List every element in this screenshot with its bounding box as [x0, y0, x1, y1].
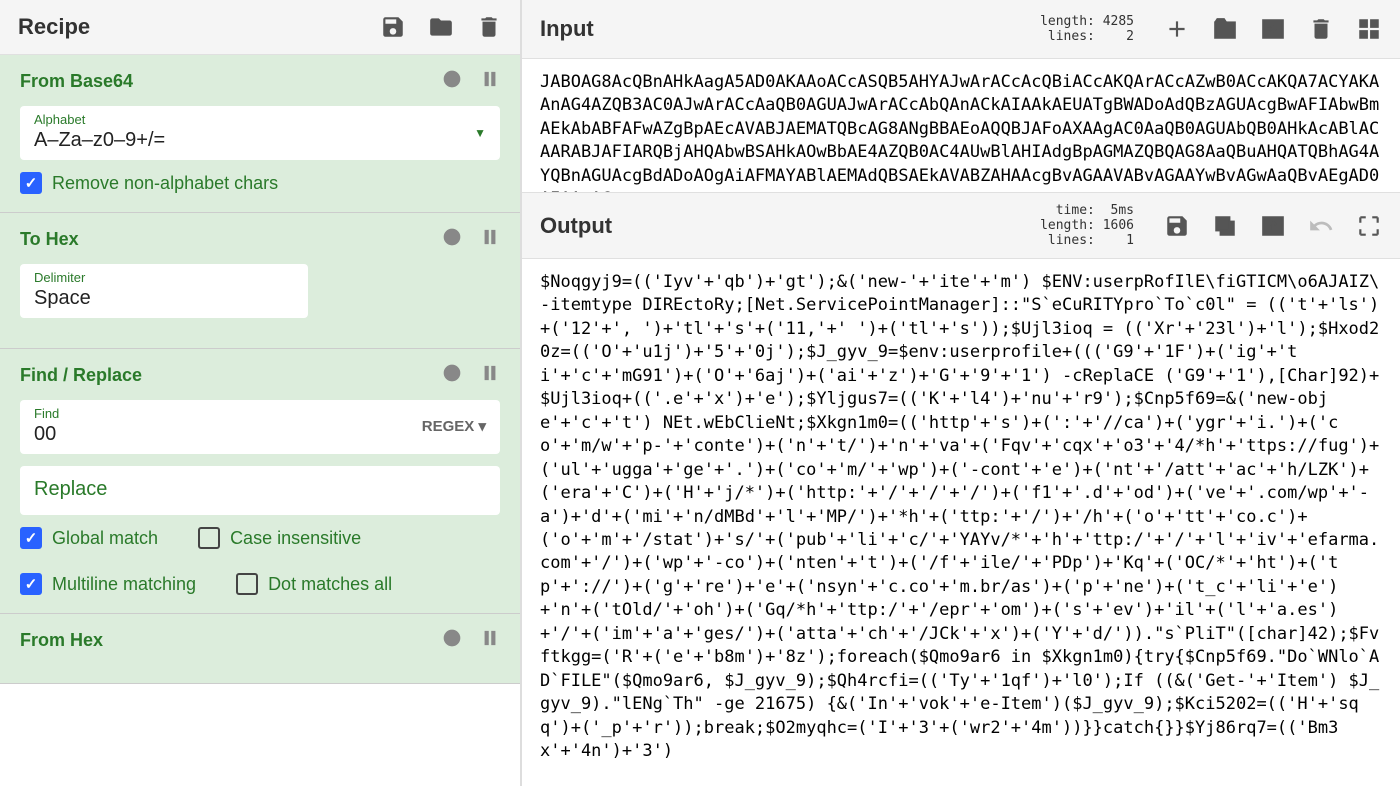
layout-icon[interactable]: [1356, 16, 1382, 42]
dot-all-checkbox[interactable]: Dot matches all: [236, 573, 392, 595]
output-stats: time: 5ms length: 1606 lines: 1: [1040, 203, 1134, 248]
find-input[interactable]: Find 00 REGEX ▾: [20, 400, 500, 454]
io-pane: Input length: 4285 lines: 2 JABOAG8AcQBn…: [522, 0, 1400, 786]
trash-icon[interactable]: [476, 14, 502, 40]
disable-icon[interactable]: [442, 69, 462, 94]
output-textarea[interactable]: $Noqgyj9=(('Iyv'+'qb')+'gt');&('new-'+'i…: [522, 259, 1400, 786]
pause-icon[interactable]: [480, 628, 500, 653]
clear-input-icon[interactable]: [1308, 16, 1334, 42]
op-title: Find / Replace: [20, 365, 142, 386]
add-tab-icon[interactable]: [1164, 16, 1190, 42]
case-insensitive-checkbox[interactable]: Case insensitive: [198, 527, 361, 549]
recipe-pane: Recipe From Base64 Alphabet A–Za–z0–9+/=…: [0, 0, 522, 786]
input-stats: length: 4285 lines: 2: [1040, 14, 1134, 44]
global-match-checkbox[interactable]: Global match: [20, 527, 158, 549]
recipe-header: Recipe: [0, 0, 520, 55]
input-title: Input: [540, 16, 594, 42]
input-textarea[interactable]: JABOAG8AcQBnAHkAagA5AD0AKAAoACcASQB5AHYA…: [522, 59, 1400, 193]
pause-icon[interactable]: [480, 69, 500, 94]
op-title: To Hex: [20, 229, 79, 250]
op-find-replace: Find / Replace Find 00 REGEX ▾ Replace: [0, 349, 520, 614]
pause-icon[interactable]: [480, 363, 500, 388]
regex-mode[interactable]: REGEX ▾: [422, 417, 486, 435]
folder-icon[interactable]: [428, 14, 454, 40]
move-output-icon[interactable]: [1260, 213, 1286, 239]
input-header: Input length: 4285 lines: 2: [522, 0, 1400, 59]
op-title: From Base64: [20, 71, 133, 92]
input-to-output-icon[interactable]: [1260, 16, 1286, 42]
replace-input[interactable]: Replace: [20, 466, 500, 515]
op-from-hex: From Hex: [0, 614, 520, 684]
output-header: Output time: 5ms length: 1606 lines: 1: [522, 193, 1400, 259]
disable-icon[interactable]: [442, 227, 462, 252]
disable-icon[interactable]: [442, 628, 462, 653]
recipe-title: Recipe: [18, 14, 90, 40]
op-title: From Hex: [20, 630, 103, 651]
output-title: Output: [540, 213, 612, 239]
open-folder-icon[interactable]: [1212, 16, 1238, 42]
disable-icon[interactable]: [442, 363, 462, 388]
delimiter-select[interactable]: Delimiter Space: [20, 264, 308, 318]
pause-icon[interactable]: [480, 227, 500, 252]
alphabet-select[interactable]: Alphabet A–Za–z0–9+/= ▼: [20, 106, 500, 160]
op-from-base64: From Base64 Alphabet A–Za–z0–9+/= ▼ Remo…: [0, 55, 520, 213]
undo-icon[interactable]: [1308, 213, 1334, 239]
recipe-actions: [380, 14, 502, 40]
op-to-hex: To Hex Delimiter Space: [0, 213, 520, 349]
save-output-icon[interactable]: [1164, 213, 1190, 239]
save-icon[interactable]: [380, 14, 406, 40]
remove-non-alphabet-checkbox[interactable]: Remove non-alphabet chars: [20, 172, 278, 194]
operations-list: From Base64 Alphabet A–Za–z0–9+/= ▼ Remo…: [0, 55, 520, 786]
fullscreen-icon[interactable]: [1356, 213, 1382, 239]
copy-output-icon[interactable]: [1212, 213, 1238, 239]
multiline-checkbox[interactable]: Multiline matching: [20, 573, 196, 595]
chevron-down-icon: ▼: [474, 126, 486, 140]
